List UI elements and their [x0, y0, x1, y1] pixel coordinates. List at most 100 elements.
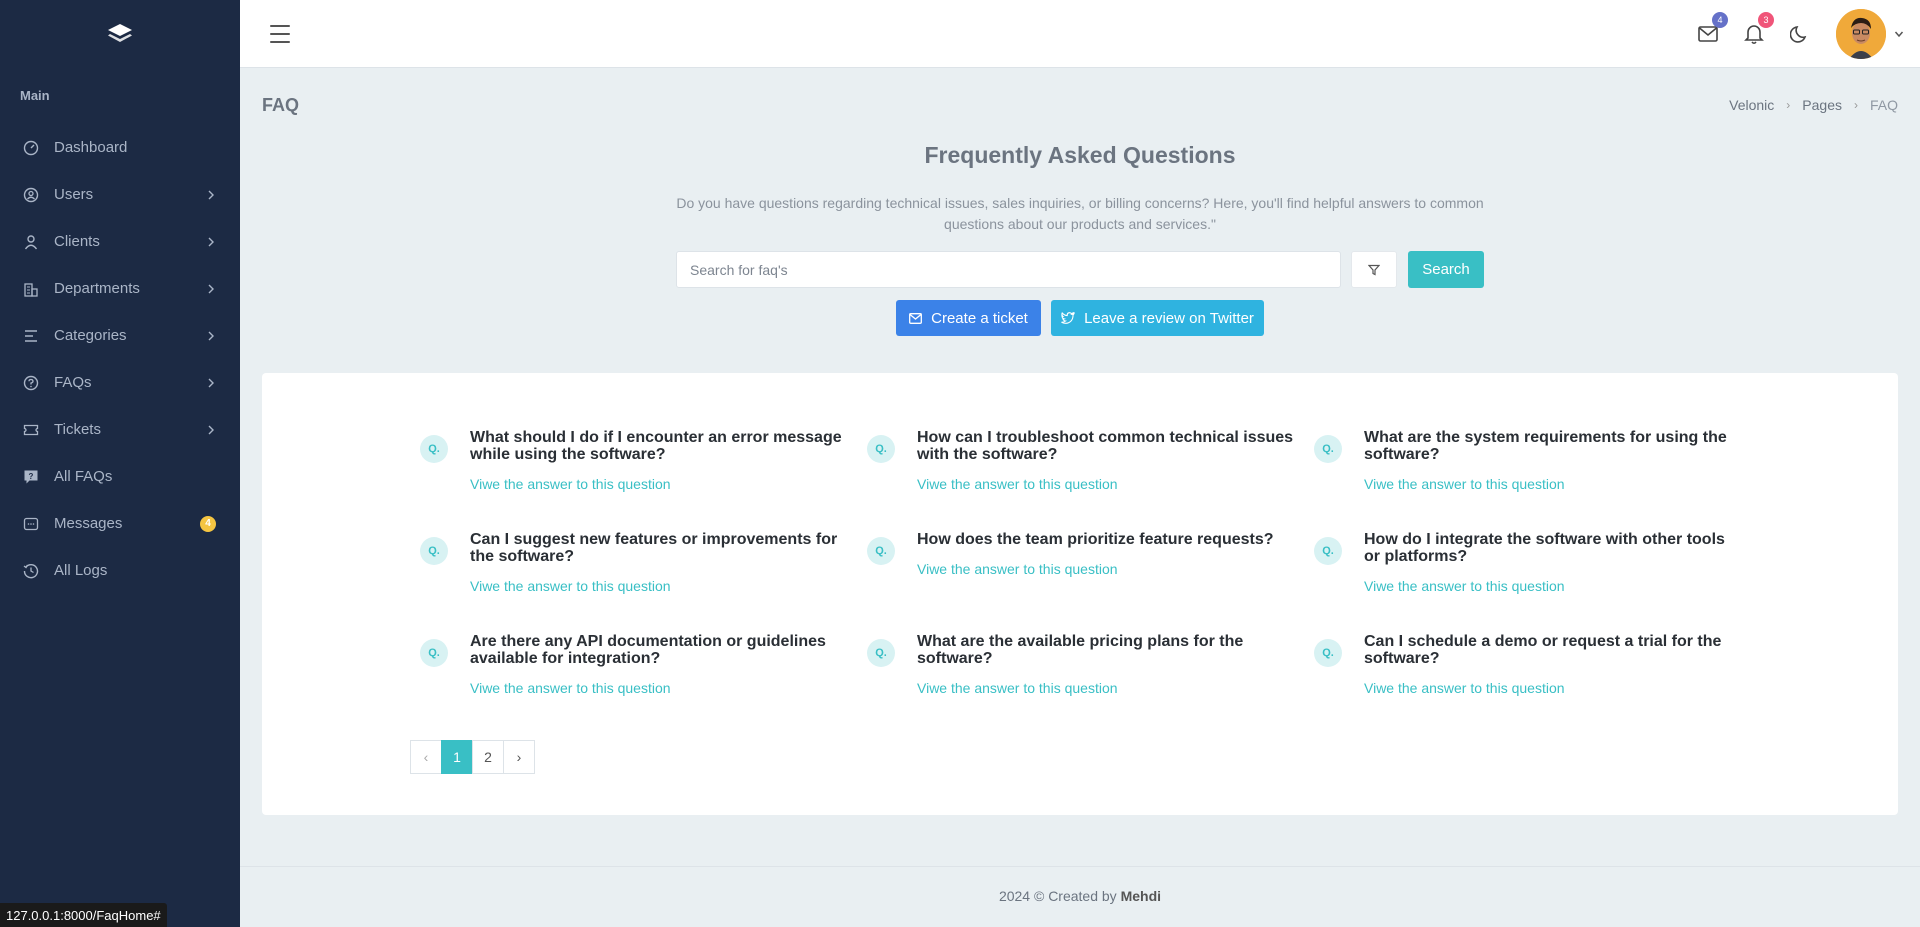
faq-answer-link[interactable]: Viwe the answer to this question — [1364, 578, 1565, 594]
faq-question: What are the available pricing plans for… — [917, 633, 1244, 667]
faq-question: Are there any API documentation or guide… — [470, 633, 826, 667]
hero-title: Frequently Asked Questions — [924, 142, 1236, 168]
chevron-right-icon — [208, 284, 214, 293]
mail-icon[interactable]: 4 — [1696, 11, 1728, 46]
faq-question: How does the team prioritize feature req… — [917, 531, 1274, 548]
user-icon — [22, 233, 40, 251]
question-badge: Q. — [867, 537, 895, 565]
page-title: FAQ — [262, 95, 300, 115]
sidebar-item-label: Dashboard — [54, 139, 128, 156]
notification-count-badge: 3 — [1758, 11, 1774, 28]
sidebar-item-label: Categories — [54, 327, 127, 344]
messages-count-badge: 4 — [200, 515, 216, 532]
list-icon — [22, 327, 40, 345]
faq-answer-link[interactable]: Viwe the answer to this question — [917, 680, 1118, 696]
sidebar-item-label: Messages — [54, 515, 123, 532]
sidebar-item-tickets[interactable]: Tickets — [0, 406, 240, 453]
faq-question: Can I suggest new features or improvemen… — [470, 531, 838, 565]
sidebar-item-label: Departments — [54, 280, 140, 297]
faq-search-input[interactable] — [676, 251, 1341, 288]
sidebar-item-label: Clients — [54, 233, 100, 250]
topbar: 4 3 — [240, 0, 1920, 68]
twitter-review-button[interactable]: Leave a review on Twitter — [1051, 300, 1264, 336]
sidebar-item-all-logs[interactable]: All Logs — [0, 547, 240, 594]
chevron-right-icon — [208, 190, 214, 199]
pagination: ‹ 1 2 › — [410, 740, 535, 774]
sidebar-item-label: All FAQs — [54, 468, 113, 485]
breadcrumb: Velonic › Pages › FAQ — [1729, 97, 1898, 113]
faq-answer-link[interactable]: Viwe the answer to this question — [470, 578, 671, 594]
breadcrumb-item-current: FAQ — [1869, 97, 1898, 113]
users-icon — [22, 186, 40, 204]
logo[interactable] — [0, 0, 240, 68]
moon-icon[interactable] — [1788, 22, 1812, 46]
search-button[interactable]: Search — [1408, 251, 1484, 288]
sidebar-item-label: Users — [54, 186, 94, 203]
pagination-page-1[interactable]: 1 — [441, 740, 473, 774]
faq-answer-link[interactable]: Viwe the answer to this question — [470, 476, 671, 492]
ticket-icon — [22, 421, 40, 439]
sidebar-item-label: All Logs — [54, 562, 108, 579]
question-badge: Q. — [867, 435, 895, 463]
twitter-review-label: Leave a review on Twitter — [1084, 309, 1254, 327]
building-icon — [22, 280, 40, 298]
faq-answer-link[interactable]: Viwe the answer to this question — [917, 476, 1118, 492]
sidebar-item-messages[interactable]: Messages 4 — [0, 500, 240, 547]
mail-count-badge: 4 — [1712, 11, 1728, 28]
sidebar-item-label: FAQs — [54, 374, 92, 391]
chevron-right-icon — [208, 237, 214, 246]
chevron-down-icon[interactable] — [1894, 29, 1904, 39]
sidebar-item-faqs[interactable]: FAQs — [0, 359, 240, 406]
twitter-icon — [1061, 312, 1076, 324]
sidebar-item-users[interactable]: Users — [0, 171, 240, 218]
sidebar-item-clients[interactable]: Clients — [0, 218, 240, 265]
bell-icon[interactable]: 3 — [1742, 11, 1774, 46]
message-icon — [22, 515, 40, 533]
sidebar-item-label: Tickets — [54, 421, 101, 438]
question-badge: Q. — [420, 435, 448, 463]
footer-divider — [240, 866, 1920, 867]
status-bar-url: 127.0.0.1:8000/FaqHome# — [0, 903, 167, 927]
chevron-right-icon: › — [1853, 98, 1858, 112]
chevron-right-icon: › — [1786, 98, 1791, 112]
create-ticket-button[interactable]: Create a ticket — [896, 300, 1041, 336]
faq-question: How can I troubleshoot common technical … — [917, 429, 1294, 463]
avatar[interactable] — [1836, 8, 1886, 59]
sidebar-section-title: Main — [20, 88, 50, 103]
sidebar-item-dashboard[interactable]: Dashboard — [0, 124, 240, 171]
faq-answer-link[interactable]: Viwe the answer to this question — [470, 680, 671, 696]
svg-text:?: ? — [29, 472, 34, 481]
pagination-page-2[interactable]: 2 — [472, 740, 504, 774]
footer-author: Mehdi — [1120, 888, 1162, 904]
faq-answer-link[interactable]: Viwe the answer to this question — [1364, 476, 1565, 492]
question-badge: Q. — [420, 537, 448, 565]
chevron-right-icon — [208, 378, 214, 387]
mail-icon — [909, 312, 923, 324]
faq-answer-link[interactable]: Viwe the answer to this question — [917, 561, 1118, 577]
question-badge: Q. — [420, 639, 448, 667]
filter-button[interactable] — [1351, 251, 1397, 288]
sidebar: Main Dashboard Users Clients Departments… — [0, 0, 240, 927]
question-badge: Q. — [1314, 435, 1342, 463]
faq-answer-link[interactable]: Viwe the answer to this question — [1364, 680, 1565, 696]
breadcrumb-item-velonic[interactable]: Velonic — [1729, 97, 1774, 113]
footer-text: 2024 © Created by — [998, 888, 1117, 904]
hero-subtitle: Do you have questions regarding technica… — [676, 195, 1484, 232]
dashboard-icon — [22, 139, 40, 157]
faq-question: What are the system requirements for usi… — [1364, 429, 1727, 463]
question-badge: Q. — [1314, 537, 1342, 565]
menu-toggle-icon[interactable] — [270, 24, 290, 43]
pagination-next[interactable]: › — [503, 740, 535, 774]
breadcrumb-item-pages[interactable]: Pages — [1802, 97, 1842, 113]
sidebar-item-categories[interactable]: Categories — [0, 312, 240, 359]
chevron-right-icon — [208, 425, 214, 434]
question-circle-icon — [22, 374, 40, 392]
layers-logo-icon — [108, 24, 132, 42]
question-badge: Q. — [867, 639, 895, 667]
sidebar-item-departments[interactable]: Departments — [0, 265, 240, 312]
pagination-prev[interactable]: ‹ — [410, 740, 442, 774]
footer: 2024 © Created by Mehdi — [240, 888, 1920, 904]
question-badge: Q. — [1314, 639, 1342, 667]
sidebar-item-all-faqs[interactable]: ? All FAQs — [0, 453, 240, 500]
history-icon — [22, 562, 40, 580]
